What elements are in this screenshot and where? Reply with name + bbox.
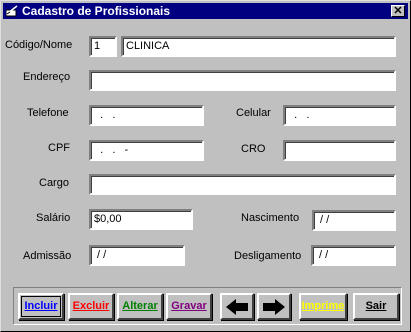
codigo-value: 1 bbox=[94, 40, 101, 52]
sair-label: Sair bbox=[365, 300, 387, 312]
admissao-field[interactable]: / / bbox=[89, 245, 185, 266]
desligamento-field[interactable]: / / bbox=[311, 245, 396, 266]
arrow-right-icon bbox=[263, 299, 285, 315]
salario-value: $0,00 bbox=[94, 213, 122, 225]
celular-value: . . bbox=[288, 109, 310, 121]
alterar-button[interactable]: Alterar bbox=[117, 293, 163, 320]
desligamento-value: / / bbox=[316, 249, 329, 261]
nascimento-field[interactable]: / / bbox=[312, 210, 396, 231]
endereco-label: Endereço bbox=[23, 71, 71, 83]
cpf-field[interactable]: . . - bbox=[89, 140, 204, 161]
nome-field[interactable]: CLINICA bbox=[121, 36, 396, 57]
admissao-label: Admissão bbox=[23, 250, 72, 262]
nome-value: CLINICA bbox=[126, 40, 170, 52]
codigo-field[interactable]: 1 bbox=[89, 36, 117, 57]
cargo-field[interactable] bbox=[89, 174, 396, 195]
action-toolbar: Incluir Excluir Alterar Gravar Imprime S… bbox=[13, 287, 402, 325]
arrow-left-icon bbox=[226, 299, 248, 315]
close-button[interactable]: ✕ bbox=[391, 5, 405, 17]
excluir-label: Excluir bbox=[72, 300, 110, 312]
celular-field[interactable]: . . bbox=[283, 105, 396, 126]
imprime-label: Imprime bbox=[301, 300, 345, 312]
excluir-button[interactable]: Excluir bbox=[68, 293, 114, 320]
telefone-value: . . bbox=[94, 109, 116, 121]
incluir-button[interactable]: Incluir bbox=[18, 293, 64, 320]
desligamento-label: Desligamento bbox=[234, 250, 302, 262]
telefone-field[interactable]: . . bbox=[89, 105, 204, 126]
gravar-button[interactable]: Gravar bbox=[166, 293, 212, 320]
cro-field[interactable] bbox=[283, 140, 396, 161]
alterar-label: Alterar bbox=[122, 300, 158, 312]
title-bar[interactable]: Cadastro de Profissionais ✕ bbox=[3, 3, 408, 19]
gravar-label: Gravar bbox=[171, 300, 207, 312]
cadastro-profissionais-window: Cadastro de Profissionais ✕ Código/Nome … bbox=[0, 0, 411, 332]
next-record-button[interactable] bbox=[257, 293, 291, 320]
close-icon: ✕ bbox=[393, 5, 403, 17]
nascimento-value: / / bbox=[317, 214, 330, 226]
imprime-button[interactable]: Imprime bbox=[299, 293, 347, 320]
cargo-label: Cargo bbox=[39, 177, 69, 189]
cro-label: CRO bbox=[241, 143, 266, 155]
cpf-value: . . - bbox=[94, 144, 129, 156]
sair-button[interactable]: Sair bbox=[353, 293, 399, 320]
celular-label: Celular bbox=[236, 107, 271, 119]
salario-label: Salário bbox=[36, 212, 71, 224]
previous-record-button[interactable] bbox=[220, 293, 254, 320]
endereco-field[interactable] bbox=[89, 70, 396, 91]
window-title: Cadastro de Profissionais bbox=[22, 4, 171, 18]
form-app-icon bbox=[6, 5, 18, 17]
nascimento-label: Nascimento bbox=[241, 212, 300, 224]
codigo-nome-label: Código/Nome bbox=[5, 39, 73, 51]
telefone-label: Telefone bbox=[27, 107, 69, 119]
incluir-label: Incluir bbox=[24, 300, 58, 312]
cpf-label: CPF bbox=[48, 142, 70, 154]
salario-field[interactable]: $0,00 bbox=[89, 209, 193, 230]
admissao-value: / / bbox=[94, 249, 107, 261]
